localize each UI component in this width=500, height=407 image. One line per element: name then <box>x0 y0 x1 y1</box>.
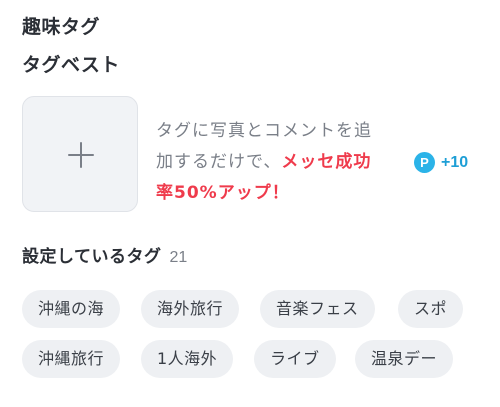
points-badge: P +10 <box>414 152 468 173</box>
section-title: 趣味タグ <box>22 16 101 38</box>
tag-chip[interactable]: 音楽フェス <box>260 290 375 328</box>
tags-header: 設定しているタグ 21 <box>22 242 187 267</box>
scroll-fade <box>466 290 500 330</box>
tag-row-2: 沖縄旅行 1人海外 ライブ 温泉デー <box>0 340 500 380</box>
tag-chip[interactable]: 温泉デー <box>355 340 454 378</box>
tag-chip[interactable]: スポ <box>398 290 464 328</box>
tag-best-title: タグベスト <box>22 54 120 76</box>
tags-label: 設定しているタグ <box>22 247 162 267</box>
promo-line-2: 加するだけで、 <box>156 152 282 172</box>
promo-line-1: タグに写真とコメントを追 <box>156 121 372 141</box>
tag-row-1: 沖縄の海 海外旅行 音楽フェス スポ <box>0 290 500 330</box>
tag-chip[interactable]: ライブ <box>254 340 336 378</box>
points-icon: P <box>414 152 435 173</box>
scroll-fade <box>466 340 500 380</box>
add-photo-button[interactable] <box>22 96 138 212</box>
tags-count: 21 <box>169 249 188 266</box>
tag-chip[interactable]: 沖縄の海 <box>22 290 121 328</box>
promo-highlight-2: 率50%アップ！ <box>156 183 290 203</box>
promo-highlight-1: メッセ成功 <box>281 152 372 172</box>
tag-chip[interactable]: 沖縄旅行 <box>22 340 121 378</box>
tag-chip[interactable]: 1人海外 <box>141 340 234 378</box>
tag-chip[interactable]: 海外旅行 <box>141 290 240 328</box>
points-value: +10 <box>441 153 469 171</box>
promo-text: タグに写真とコメントを追 加するだけで、メッセ成功 率50%アップ！ <box>156 116 406 209</box>
